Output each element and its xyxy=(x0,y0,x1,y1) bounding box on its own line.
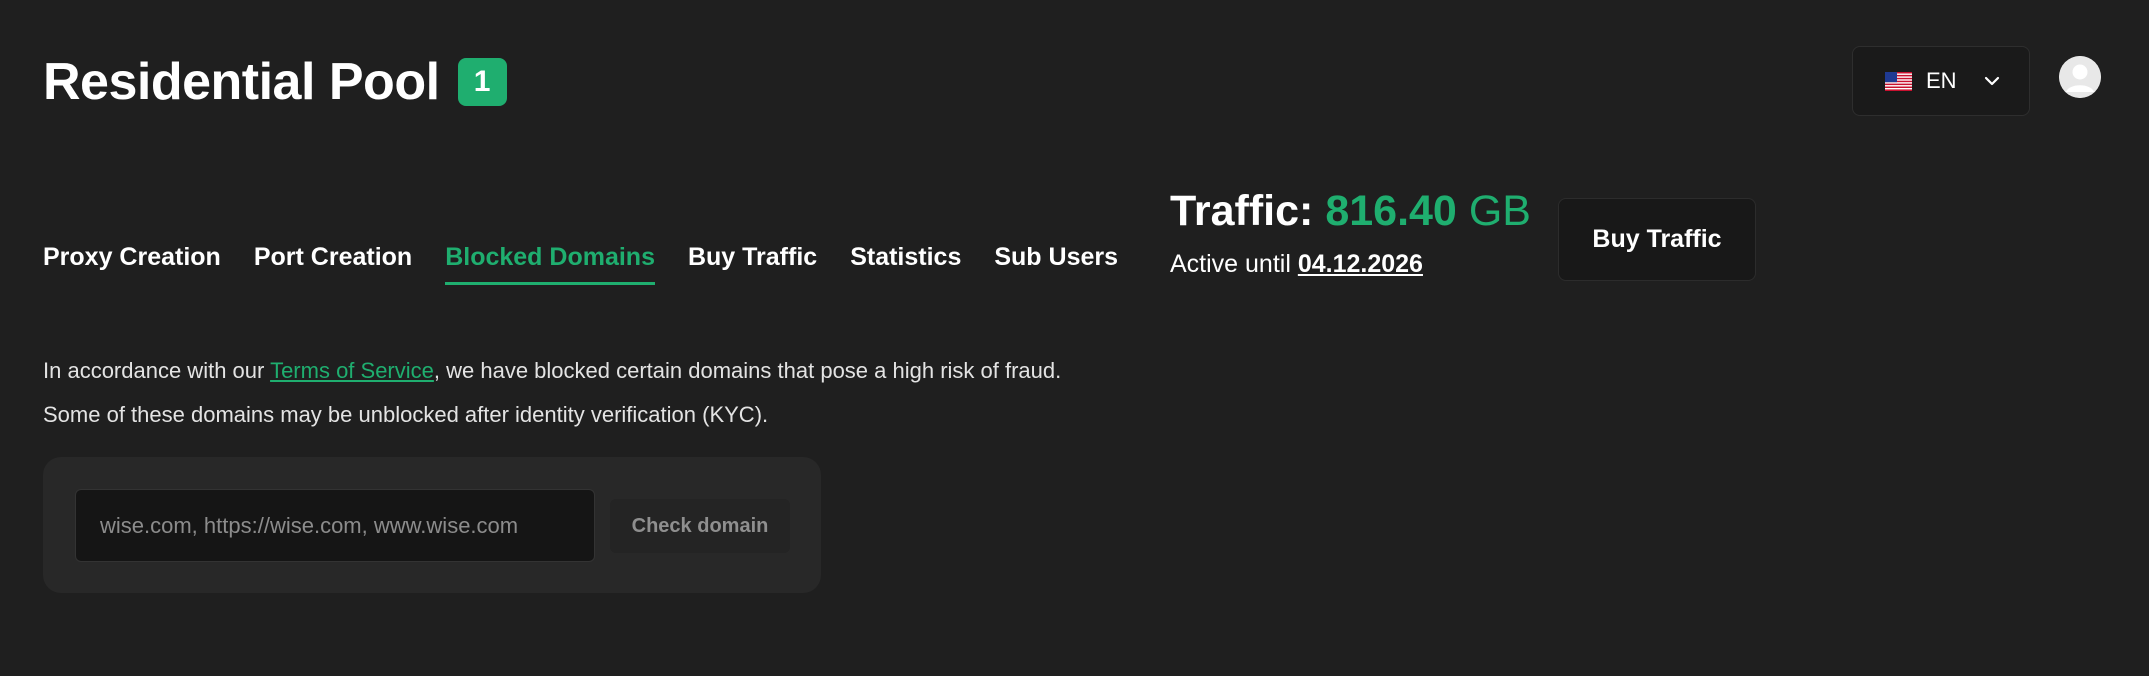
language-select[interactable]: EN xyxy=(1852,46,2030,116)
traffic-unit: GB xyxy=(1468,187,1531,235)
tab-blocked-domains[interactable]: Blocked Domains xyxy=(445,243,655,285)
page: Residential Pool 1 EN Proxy Creation Por… xyxy=(0,0,2149,676)
chevron-down-icon xyxy=(1984,76,2000,86)
traffic-value: 816.40 xyxy=(1325,187,1457,235)
traffic-line: Traffic: 816.40 GB xyxy=(1170,190,1531,233)
domain-check-card: Check domain xyxy=(43,457,821,593)
us-flag-icon xyxy=(1885,71,1912,91)
notice-line-2: Some of these domains may be unblocked a… xyxy=(43,402,769,427)
domain-input[interactable] xyxy=(75,489,595,562)
notice-line-1-suffix: , we have blocked certain domains that p… xyxy=(433,358,1062,383)
page-title: Residential Pool xyxy=(43,53,440,111)
tab-port-creation[interactable]: Port Creation xyxy=(254,243,412,285)
user-icon xyxy=(2059,56,2101,98)
tab-bar: Proxy Creation Port Creation Blocked Dom… xyxy=(43,243,1118,285)
active-until-date[interactable]: 04.12.2026 xyxy=(1298,250,1423,278)
traffic-summary: Traffic: 816.40 GB Active until 04.12.20… xyxy=(1170,190,1531,279)
traffic-label: Traffic: xyxy=(1170,187,1314,235)
language-label: EN xyxy=(1926,68,1957,93)
count-badge: 1 xyxy=(457,58,507,106)
avatar[interactable] xyxy=(2059,56,2101,98)
blocked-domains-notice: In accordance with our Terms of Service,… xyxy=(43,349,1061,437)
notice-line-1-prefix: In accordance with our xyxy=(43,358,265,383)
active-until-label: Active until xyxy=(1170,250,1291,278)
header: Residential Pool 1 xyxy=(43,56,507,108)
check-domain-button[interactable]: Check domain xyxy=(610,499,790,553)
tab-proxy-creation[interactable]: Proxy Creation xyxy=(43,243,221,285)
notice-line-1: In accordance with our Terms of Service,… xyxy=(43,349,1061,393)
terms-of-service-link[interactable]: Terms of Service xyxy=(270,358,434,383)
active-until: Active until 04.12.2026 xyxy=(1170,250,1531,279)
tab-buy-traffic[interactable]: Buy Traffic xyxy=(688,243,817,285)
tab-sub-users[interactable]: Sub Users xyxy=(994,243,1118,285)
tab-statistics[interactable]: Statistics xyxy=(850,243,961,285)
buy-traffic-button[interactable]: Buy Traffic xyxy=(1558,198,1756,281)
